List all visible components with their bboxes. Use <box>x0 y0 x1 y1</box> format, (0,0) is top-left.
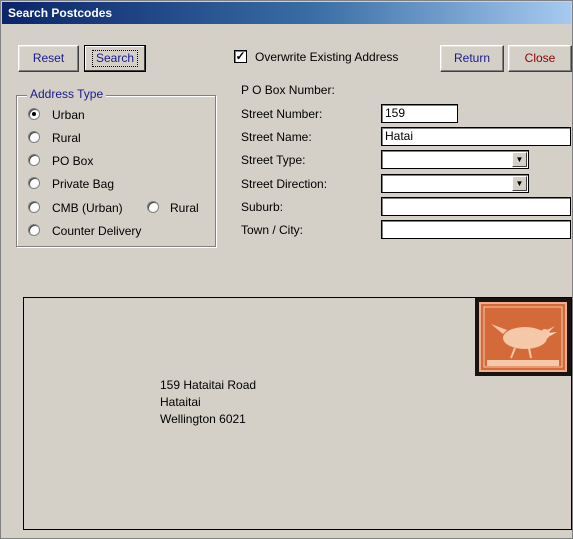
radio-rural-label: Rural <box>52 131 81 145</box>
chevron-down-icon[interactable]: ▼ <box>512 152 527 167</box>
address-line-1: 159 Hataitai Road <box>160 378 257 392</box>
radio-cmb-rural-label: Rural <box>170 201 199 215</box>
address-line-2: Hataitai <box>160 395 201 409</box>
street-type-select[interactable]: ▼ <box>381 150 529 169</box>
window-title: Search Postcodes <box>2 2 571 24</box>
radio-rural[interactable] <box>28 131 40 143</box>
search-button-label: Search <box>91 50 139 67</box>
overwrite-checkbox[interactable]: ✓ <box>234 50 247 63</box>
stamp-image <box>475 298 571 376</box>
radio-cmb-rural[interactable] <box>147 201 159 213</box>
bird-icon <box>481 304 565 370</box>
radio-po-box[interactable] <box>28 154 40 166</box>
street-type-label: Street Type: <box>241 153 306 167</box>
overwrite-label: Overwrite Existing Address <box>255 50 399 64</box>
radio-private-bag[interactable] <box>28 177 40 189</box>
search-postcodes-window: Search Postcodes Reset Search ✓ Overwrit… <box>0 0 573 539</box>
address-type-title: Address Type <box>27 87 107 101</box>
radio-urban-label: Urban <box>52 108 85 122</box>
radio-private-bag-label: Private Bag <box>52 177 115 191</box>
radio-selected-dot <box>32 112 36 116</box>
radio-po-box-label: PO Box <box>52 154 94 168</box>
suburb-label: Suburb: <box>241 200 284 214</box>
chevron-down-icon[interactable]: ▼ <box>512 176 527 191</box>
radio-counter-delivery-label: Counter Delivery <box>52 224 142 238</box>
reset-button[interactable]: Reset <box>18 45 79 72</box>
street-name-label: Street Name: <box>241 130 312 144</box>
return-button[interactable]: Return <box>440 45 504 72</box>
street-number-input[interactable]: 159 <box>381 104 458 123</box>
address-line-3: Wellington 6021 <box>160 412 246 426</box>
town-city-input[interactable] <box>381 220 571 239</box>
street-name-input[interactable]: Hatai <box>381 127 571 146</box>
search-button[interactable]: Search <box>84 45 146 72</box>
street-direction-select[interactable]: ▼ <box>381 174 529 193</box>
street-number-label: Street Number: <box>241 107 323 121</box>
po-box-number-label: P O Box Number: <box>241 83 335 97</box>
close-button[interactable]: Close <box>508 45 572 72</box>
street-direction-label: Street Direction: <box>241 177 328 191</box>
town-city-label: Town / City: <box>241 223 304 237</box>
radio-urban[interactable] <box>28 108 40 120</box>
radio-cmb-urban[interactable] <box>28 201 40 213</box>
suburb-input[interactable] <box>381 197 571 216</box>
stamp-illustration <box>479 302 567 372</box>
radio-counter-delivery[interactable] <box>28 224 40 236</box>
radio-cmb-urban-label: CMB (Urban) <box>52 201 123 215</box>
